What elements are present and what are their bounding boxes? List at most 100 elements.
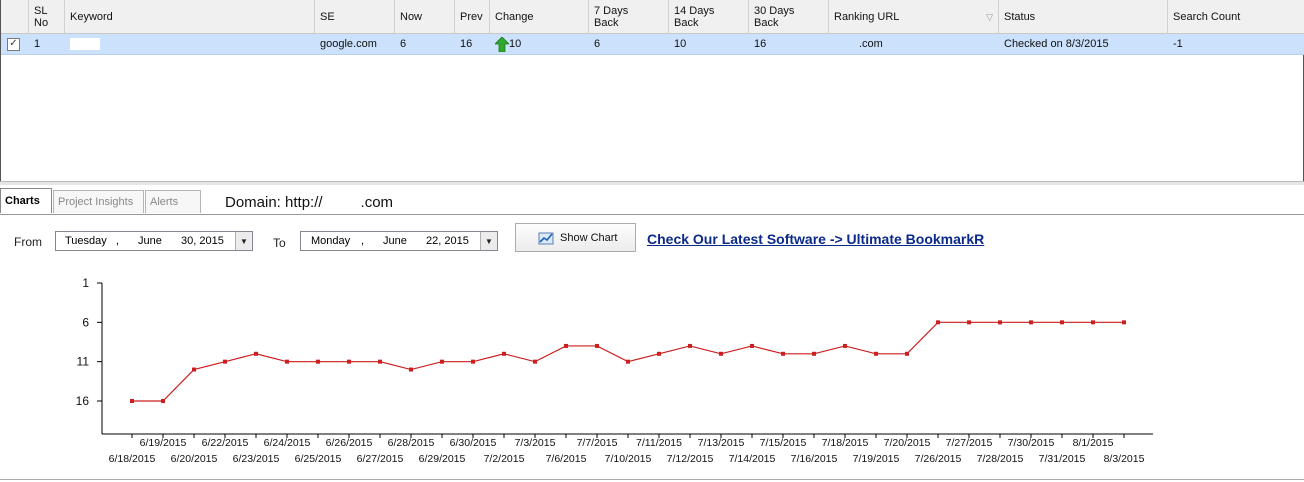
col-search-count[interactable]: Search Count (1168, 0, 1304, 33)
x-tick-label: 7/3/2015 (515, 437, 556, 449)
x-tick-label: 7/20/2015 (884, 437, 931, 449)
col-status[interactable]: Status (999, 0, 1168, 33)
x-tick-label: 6/25/2015 (295, 453, 342, 465)
series-points (130, 320, 1126, 403)
domain-prefix: Domain: http:// (225, 194, 323, 211)
to-month[interactable]: June (383, 235, 407, 247)
col-keyword[interactable]: Keyword (65, 0, 315, 33)
from-sep: , (116, 235, 120, 247)
filter-icon[interactable]: ▽ (986, 11, 993, 23)
from-month[interactable]: June (138, 235, 162, 247)
x-tick-label: 8/1/2015 (1073, 437, 1114, 449)
tab-strip: Charts Project Insights Alerts (0, 188, 1304, 215)
data-point (533, 359, 537, 364)
x-tick-label: 6/20/2015 (171, 453, 218, 465)
cell-14-days-back: 10 (674, 38, 687, 50)
x-tick-label: 6/22/2015 (202, 437, 249, 449)
tab-charts[interactable]: Charts (0, 188, 52, 213)
bottom-border (0, 479, 1304, 480)
from-day-year[interactable]: 30, 2015 (181, 235, 224, 247)
series-line (132, 321, 1124, 402)
data-point (192, 367, 196, 372)
col-ranking-url-label: Ranking URL (834, 10, 900, 23)
data-point (719, 351, 723, 356)
up-arrow-icon (495, 36, 509, 52)
x-tick-label: 6/27/2015 (357, 453, 404, 465)
x-tick-label: 7/14/2015 (729, 453, 776, 465)
y-tick-label: 1 (82, 276, 89, 290)
data-point (874, 351, 878, 356)
from-weekday[interactable]: Tuesday (65, 235, 107, 247)
cell-status: Checked on 8/3/2015 (1004, 38, 1109, 50)
row-checkbox[interactable]: ✓ (7, 37, 20, 51)
data-point (967, 320, 971, 325)
data-point (161, 399, 165, 403)
data-point (626, 359, 630, 364)
row-select[interactable]: ✓ (1, 34, 29, 54)
col-select[interactable] (1, 0, 29, 33)
splitter[interactable] (0, 181, 1304, 185)
x-tick-label: 7/2/2015 (484, 453, 525, 465)
grid-header: SL No Keyword SE Now Prev Change 7 Days … (1, 0, 1304, 34)
domain-label: Domain: http:// .com (225, 194, 393, 211)
col-change[interactable]: Change (490, 0, 589, 33)
y-axis-ticks: 161116 (76, 276, 102, 408)
cell-se: google.com (320, 38, 377, 50)
series-polyline (132, 321, 1124, 402)
chevron-down-icon[interactable]: ▼ (235, 232, 252, 250)
table-row[interactable]: ✓ 1 google.com 6 16 10 6 10 16 .com Chec… (1, 34, 1304, 55)
col-prev[interactable]: Prev (455, 0, 490, 33)
data-point (936, 320, 940, 325)
x-tick-label: 7/12/2015 (667, 453, 714, 465)
data-point (254, 351, 258, 356)
to-weekday[interactable]: Monday (311, 235, 350, 247)
data-point (223, 359, 227, 364)
from-date-picker[interactable]: Tuesday , June 30, 2015 ▼ (55, 231, 253, 251)
x-tick-label: 7/30/2015 (1008, 437, 1055, 449)
col-se[interactable]: SE (315, 0, 395, 33)
cell-prev: 16 (460, 38, 473, 50)
data-point (1029, 320, 1033, 325)
x-tick-label: 7/31/2015 (1039, 453, 1086, 465)
data-point (781, 351, 785, 356)
x-tick-label: 7/7/2015 (577, 437, 618, 449)
col-ranking-url[interactable]: Ranking URL ▽ (829, 0, 999, 33)
data-point (378, 359, 382, 364)
cell-search-count: -1 (1173, 38, 1183, 50)
promo-link[interactable]: Check Our Latest Software -> Ultimate Bo… (647, 231, 984, 247)
data-point (316, 359, 320, 364)
data-point (564, 343, 568, 348)
col-30-days-back[interactable]: 30 Days Back (749, 0, 829, 33)
data-point (750, 343, 754, 348)
x-tick-label: 7/26/2015 (915, 453, 962, 465)
to-day-year[interactable]: 22, 2015 (426, 235, 469, 247)
data-point (812, 351, 816, 356)
data-point (595, 343, 599, 348)
data-point (998, 320, 1002, 325)
cell-keyword (65, 34, 315, 54)
x-tick-label: 7/13/2015 (698, 437, 745, 449)
domain-suffix: .com (360, 194, 394, 211)
col-now[interactable]: Now (395, 0, 455, 33)
show-chart-button[interactable]: Show Chart (515, 223, 636, 252)
x-tick-label: 7/10/2015 (605, 453, 652, 465)
data-point (471, 359, 475, 364)
to-date-picker[interactable]: Monday , June 22, 2015 ▼ (300, 231, 498, 251)
y-tick-label: 16 (76, 394, 90, 408)
x-tick-label: 7/16/2015 (791, 453, 838, 465)
x-tick-label: 7/19/2015 (853, 453, 900, 465)
cell-sl-no: 1 (34, 38, 41, 50)
x-tick-label: 6/28/2015 (388, 437, 435, 449)
x-tick-label: 7/27/2015 (946, 437, 993, 449)
data-point (130, 399, 134, 403)
chevron-down-icon[interactable]: ▼ (480, 232, 497, 250)
data-point (1060, 320, 1064, 325)
col-14-days-back[interactable]: 14 Days Back (669, 0, 749, 33)
redacted-block (70, 38, 100, 50)
col-7-days-back[interactable]: 7 Days Back (589, 0, 669, 33)
data-point (843, 343, 847, 348)
tab-project-insights[interactable]: Project Insights (53, 190, 144, 213)
cell-ranking-url[interactable]: .com (829, 34, 999, 54)
col-sl-no[interactable]: SL No (29, 0, 65, 33)
tab-alerts[interactable]: Alerts (145, 190, 201, 213)
